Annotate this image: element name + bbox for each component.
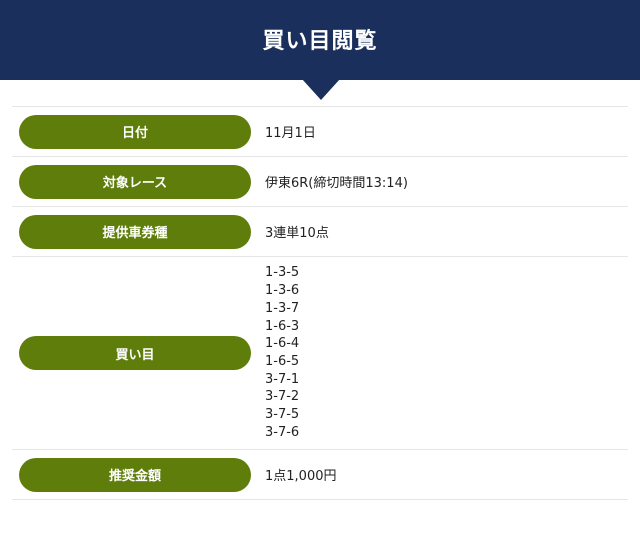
- combination-item: 3-7-1: [265, 371, 300, 387]
- combination-item: 1-3-6: [265, 283, 300, 299]
- recommended-amount-label: 推奨金額: [19, 457, 251, 492]
- row-ticket-type: 提供車券種 3連単10点: [12, 207, 628, 257]
- combinations-list: 1-3-5 1-3-6 1-3-7 1-6-3 1-6-4 1-6-5 3-7-…: [265, 264, 299, 441]
- combination-item: 1-3-5: [265, 265, 300, 281]
- combination-item: 1-3-7: [265, 300, 300, 316]
- combination-item: 1-6-3: [265, 318, 300, 334]
- combination-item: 1-6-4: [265, 336, 300, 352]
- target-race-label: 対象レース: [19, 164, 251, 199]
- ticket-detail-table: 日付 11月1日 対象レース 伊東6R(締切時間13:14) 提供車券種 3連単…: [12, 106, 628, 500]
- combination-item: 3-7-2: [265, 389, 300, 405]
- combination-item: 3-7-5: [265, 407, 300, 423]
- recommended-amount-value: 1点1,000円: [265, 469, 337, 484]
- ticket-type-label: 提供車券種: [19, 214, 251, 249]
- ticket-type-value: 3連単10点: [265, 226, 329, 241]
- page-title: 買い目閲覧: [262, 29, 378, 54]
- row-target-race: 対象レース 伊東6R(締切時間13:14): [12, 157, 628, 207]
- row-date: 日付 11月1日: [12, 107, 628, 157]
- header-pointer: [302, 79, 340, 100]
- page-header: 買い目閲覧: [0, 0, 640, 100]
- row-recommended-amount: 推奨金額 1点1,000円: [12, 450, 628, 500]
- combination-item: 1-6-5: [265, 354, 300, 369]
- combinations-label: 買い目: [19, 336, 251, 370]
- row-combinations: 買い目 1-3-5 1-3-6 1-3-7 1-6-3 1-6-4 1-6-5 …: [12, 257, 628, 450]
- target-race-value: 伊東6R(締切時間13:14): [265, 176, 408, 191]
- combination-item: 3-7-6: [265, 424, 300, 440]
- date-value: 11月1日: [265, 126, 316, 141]
- date-label: 日付: [19, 114, 251, 149]
